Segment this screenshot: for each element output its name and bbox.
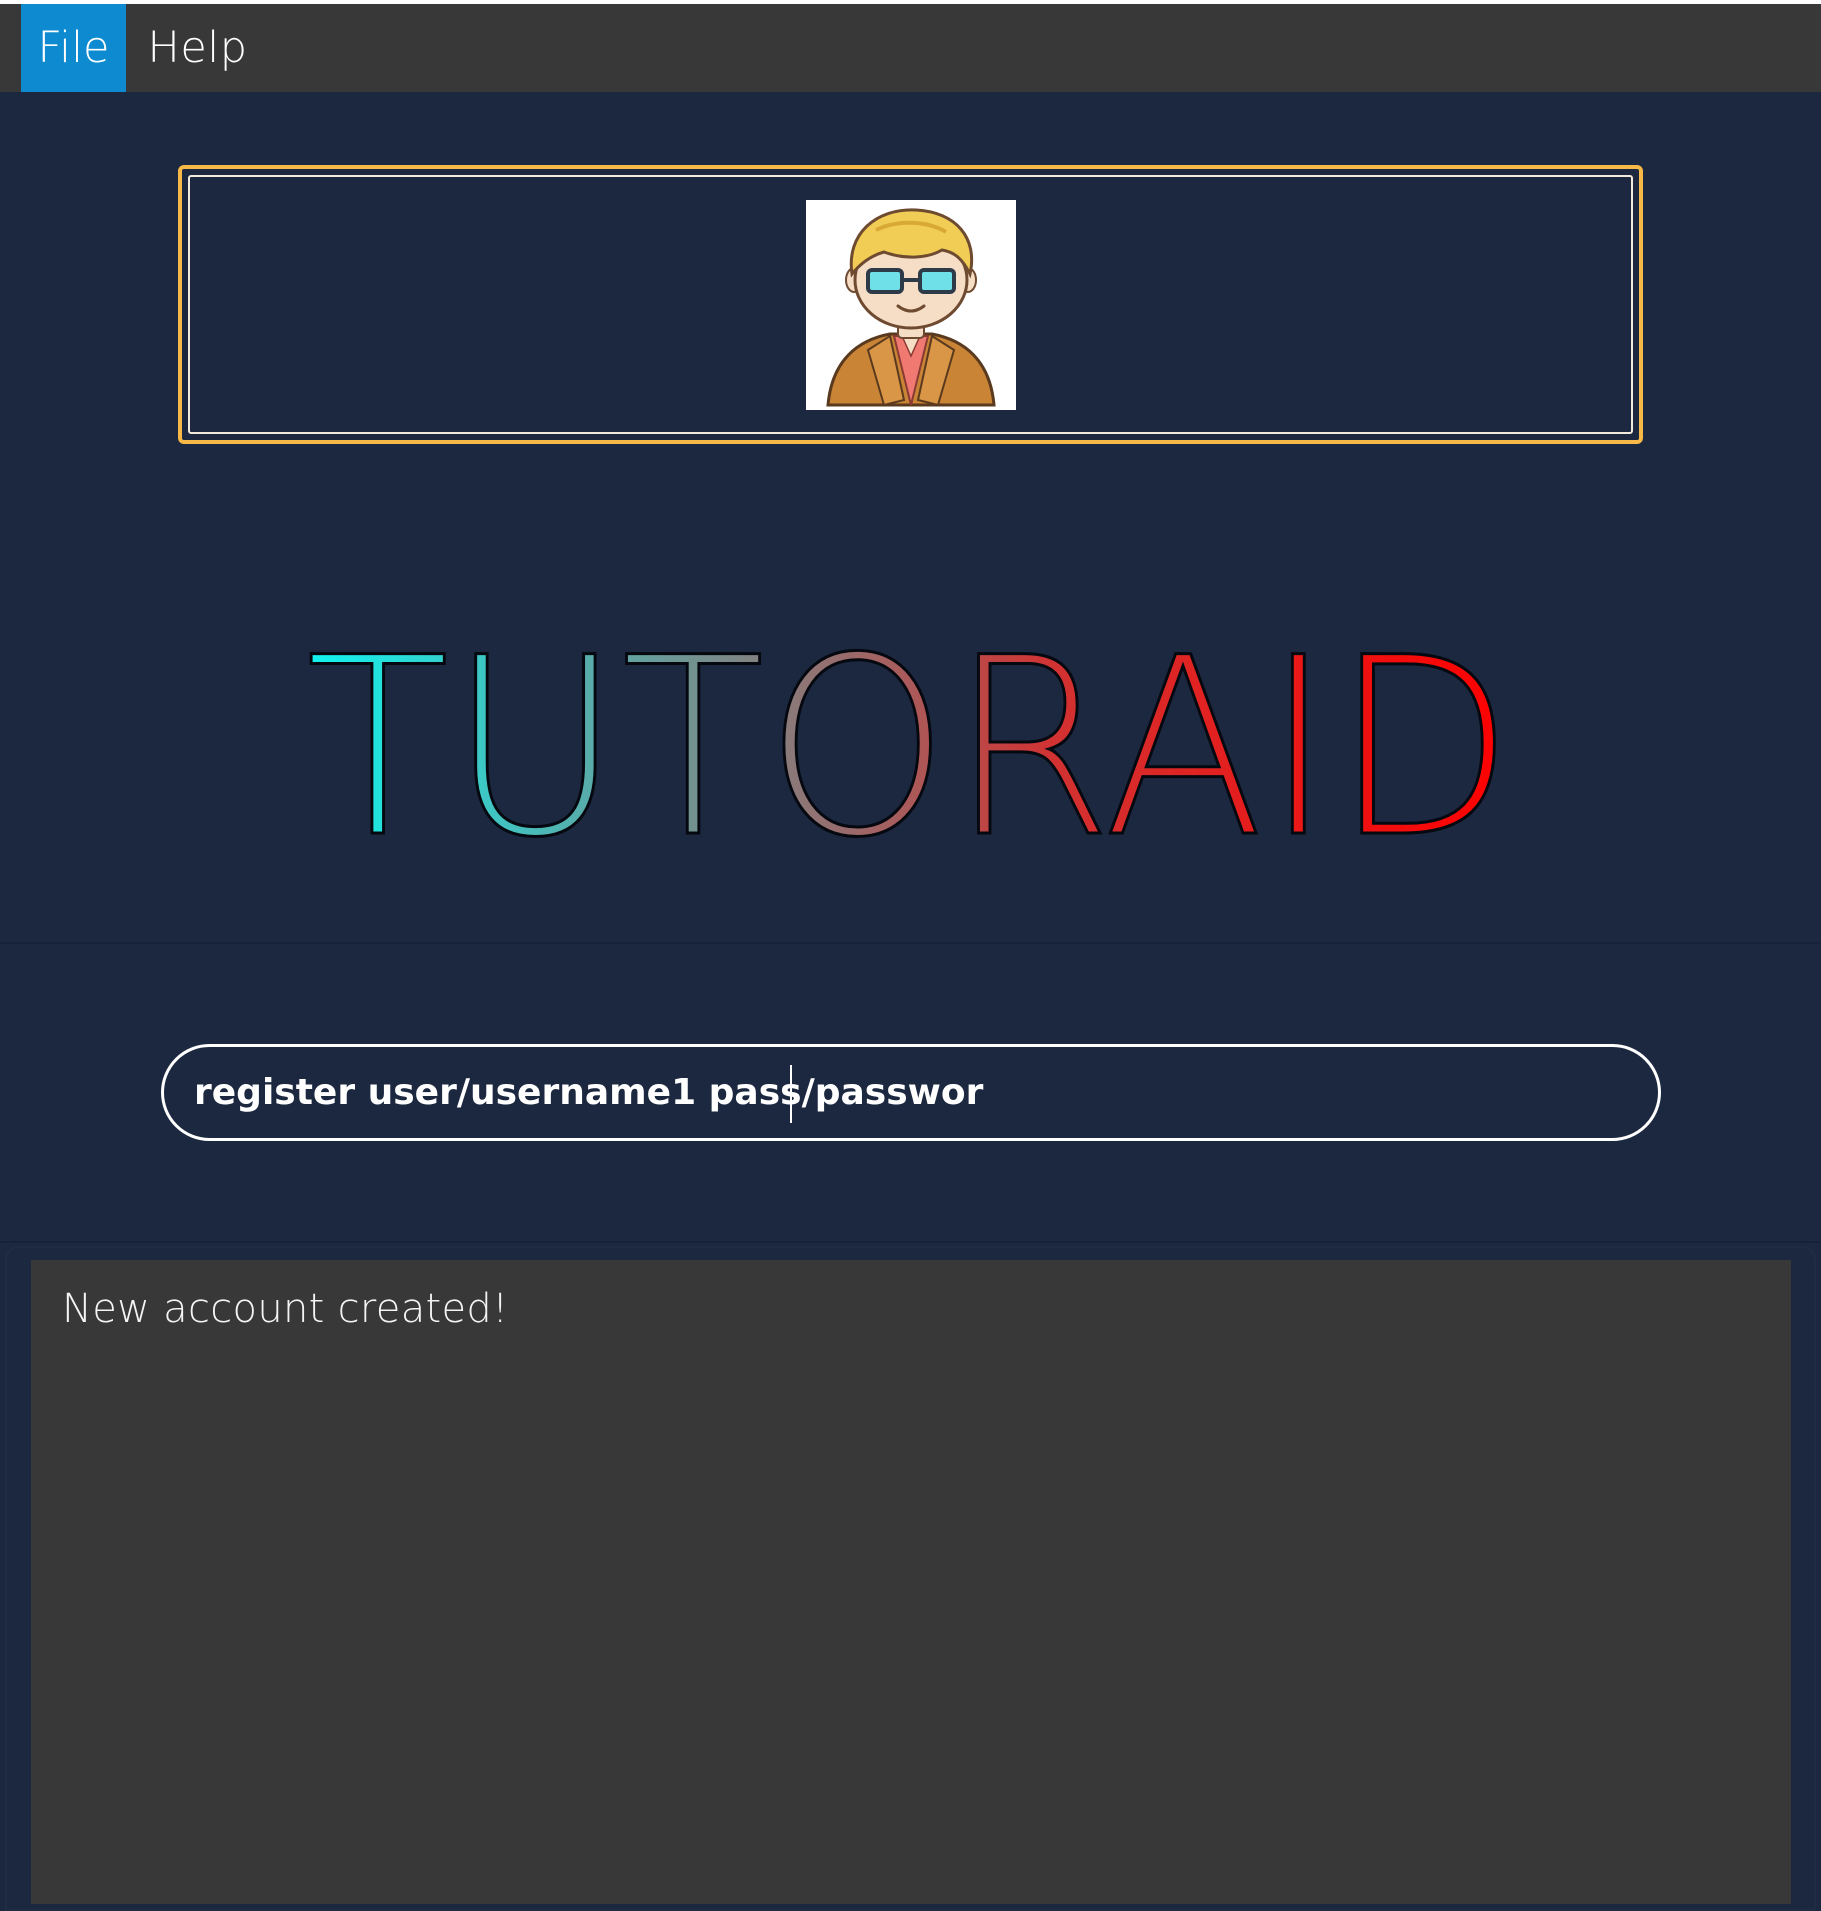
text-caret — [790, 1065, 792, 1123]
result-message: New account created! — [62, 1286, 509, 1332]
command-box[interactable]: register user/username1 pass/passwor — [161, 1044, 1661, 1141]
section-divider — [0, 1241, 1821, 1243]
menu-file[interactable]: File — [21, 4, 126, 92]
app-title-text: TUTORAID — [306, 606, 1514, 870]
avatar-illustration — [826, 208, 996, 407]
result-display[interactable]: New account created! — [31, 1260, 1791, 1904]
command-input[interactable]: register user/username1 pass/passwor — [194, 1047, 1614, 1138]
menu-bar: File Help — [0, 4, 1821, 92]
section-divider — [0, 942, 1821, 944]
user-avatar-icon — [806, 200, 1016, 410]
app-title: TUTORAID — [180, 600, 1640, 894]
menu-help[interactable]: Help — [140, 4, 255, 92]
app-title-graphic: TUTORAID — [305, 605, 1516, 894]
